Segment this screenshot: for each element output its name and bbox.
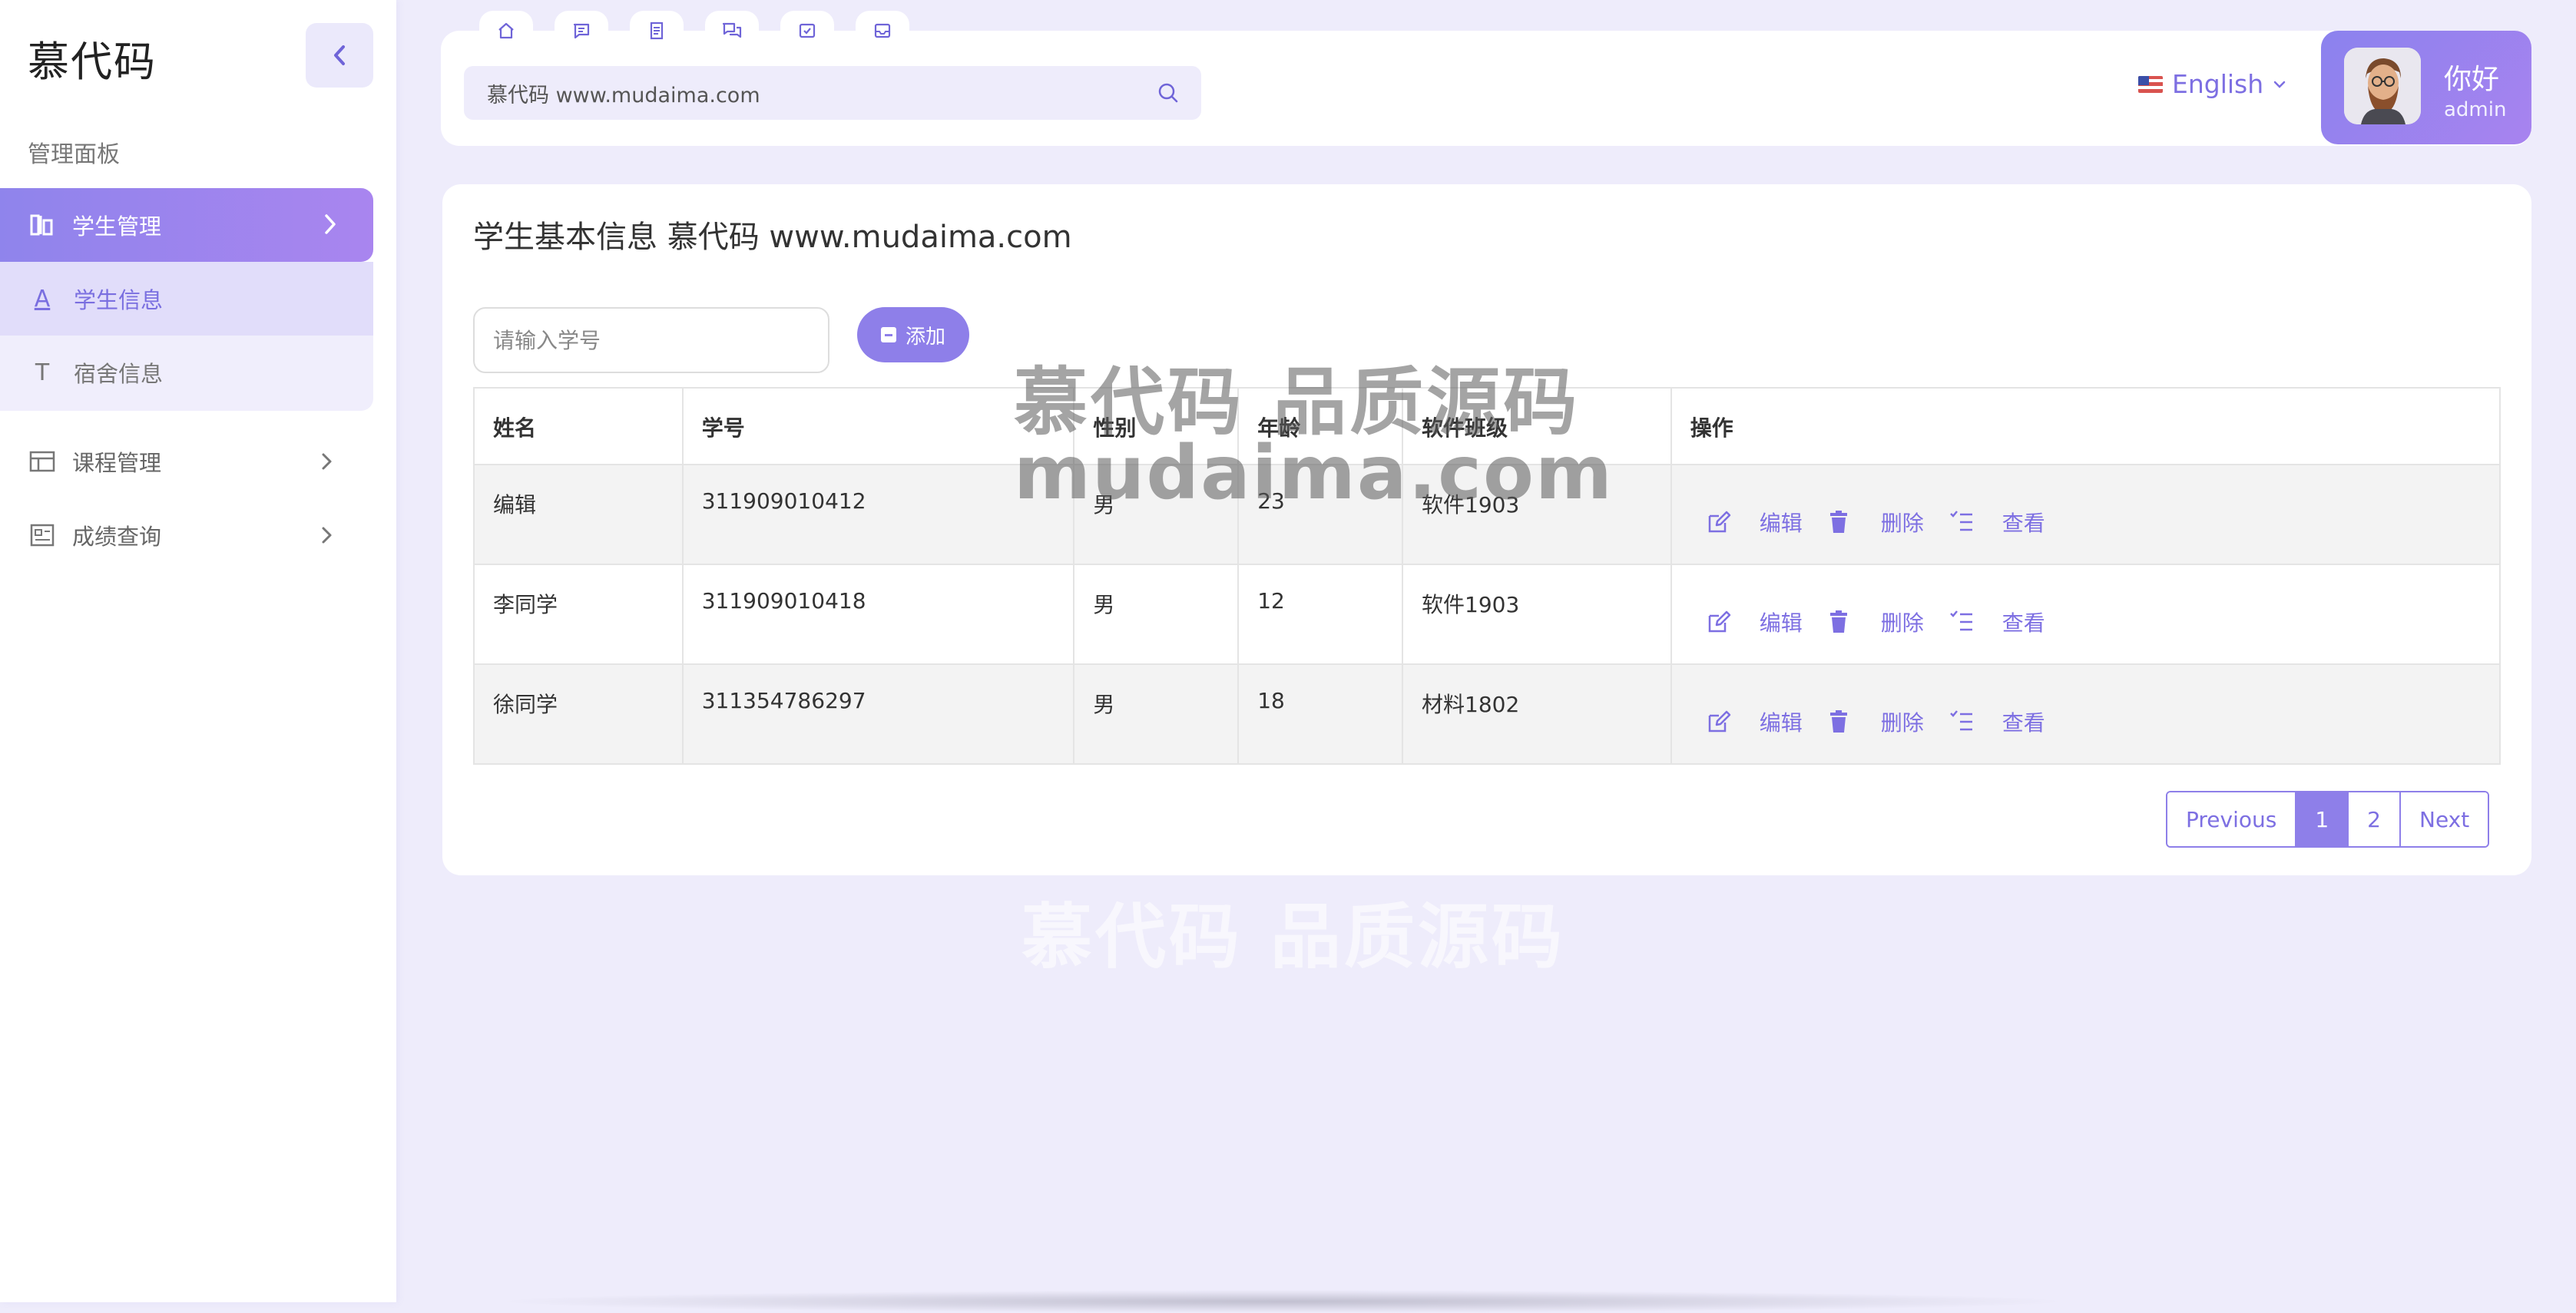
quick-access-bar — [479, 11, 909, 51]
student-submenu: A 学生信息 T 宿舍信息 — [0, 262, 373, 411]
brand-logo-text: 慕代码 — [28, 38, 157, 86]
username-text: admin — [2444, 98, 2507, 121]
student-id-search-input[interactable] — [473, 307, 829, 373]
sidebar-item-student-info[interactable]: A 学生信息 — [0, 262, 373, 336]
document-icon[interactable] — [630, 11, 684, 51]
cell-name: 李同学 — [473, 564, 684, 665]
chevron-left-icon — [334, 45, 345, 65]
column-header-actions: 操作 — [1670, 387, 2502, 465]
cell-name: 编辑 — [473, 464, 684, 565]
view-button[interactable]: 查看 — [2002, 706, 2045, 737]
chevron-down-icon — [2273, 81, 2286, 88]
column-header-name[interactable]: 姓名 — [473, 387, 684, 465]
user-profile-card[interactable]: 你好 admin — [2321, 31, 2531, 144]
sidebar-item-student-management[interactable]: 学生管理 — [0, 188, 373, 262]
letter-a-icon: A — [34, 285, 51, 313]
header-search-box[interactable]: 慕代码 www.mudaima.com — [464, 66, 1201, 120]
pagination: Previous 1 2 Next — [2166, 791, 2490, 848]
checklist-icon[interactable] — [1949, 609, 1984, 635]
sidebar-item-label: 成绩查询 — [72, 524, 162, 550]
pagination-page-1[interactable]: 1 — [2295, 792, 2348, 846]
trash-icon[interactable] — [1827, 609, 1862, 635]
watermark-text: mudaima.com — [1014, 430, 1614, 516]
calendar-check-icon[interactable] — [780, 11, 834, 51]
cell-actions: 编辑 删除 查看 — [1670, 564, 2502, 665]
collapse-sidebar-button[interactable] — [306, 23, 373, 88]
cell-age: 12 — [1237, 564, 1404, 665]
chevron-right-icon — [320, 448, 335, 478]
cell-student-id: 311354786297 — [681, 663, 1075, 765]
add-icon — [880, 327, 896, 342]
language-label: English — [2172, 69, 2264, 99]
edit-icon[interactable] — [1706, 509, 1741, 535]
edit-button[interactable]: 编辑 — [1760, 607, 1803, 637]
form-icon — [29, 521, 57, 549]
table-row: 李同学 311909010418 男 12 软件1903 编辑 删除 查看 — [473, 564, 2502, 665]
avatar — [2344, 48, 2421, 124]
trash-icon[interactable] — [1827, 509, 1862, 535]
cell-age: 18 — [1237, 663, 1404, 765]
table-row: 徐同学 311354786297 男 18 材料1802 编辑 删除 查看 — [473, 663, 2502, 765]
sidebar-item-dorm-info[interactable]: T 宿舍信息 — [0, 336, 373, 409]
pagination-previous[interactable]: Previous — [2167, 792, 2296, 846]
checklist-icon[interactable] — [1949, 509, 1984, 535]
cell-class: 软件1903 — [1402, 564, 1672, 665]
view-button[interactable]: 查看 — [2002, 507, 2045, 537]
cell-class: 材料1802 — [1402, 663, 1672, 765]
edit-icon[interactable] — [1706, 609, 1741, 635]
edit-icon[interactable] — [1706, 709, 1741, 735]
letter-t-icon: T — [35, 359, 50, 386]
cell-student-id: 311909010418 — [681, 564, 1075, 665]
sidebar-item-course-management[interactable]: 课程管理 — [0, 427, 373, 496]
delete-button[interactable]: 删除 — [1881, 507, 1924, 537]
trash-icon[interactable] — [1827, 709, 1862, 735]
pagination-next[interactable]: Next — [2399, 792, 2488, 846]
edit-button[interactable]: 编辑 — [1760, 507, 1803, 537]
bottom-shadow — [492, 1290, 2074, 1313]
table-icon — [29, 448, 57, 475]
add-button-label: 添加 — [905, 324, 945, 348]
chevron-right-icon — [320, 522, 335, 551]
greeting-text: 你好 — [2444, 64, 2500, 95]
message-icon[interactable] — [555, 11, 608, 51]
student-info-card: 学生基本信息 慕代码 www.mudaima.com 添加 姓名 学号 性别 年… — [442, 184, 2531, 875]
sidebar: 慕代码 管理面板 学生管理 A 学生信息 T 宿舍信息 课程管理 成绩查询 — [0, 0, 396, 1302]
section-label: 管理面板 — [28, 141, 120, 168]
cell-name: 徐同学 — [473, 663, 684, 765]
cell-actions: 编辑 删除 查看 — [1670, 663, 2502, 765]
us-flag-icon — [2138, 75, 2163, 93]
chat-icon[interactable] — [705, 11, 759, 51]
sidebar-item-grade-query[interactable]: 成绩查询 — [0, 501, 373, 570]
view-button[interactable]: 查看 — [2002, 607, 2045, 637]
search-icon[interactable] — [1157, 81, 1180, 104]
chevron-right-icon — [323, 211, 338, 240]
search-text: 慕代码 www.mudaima.com — [487, 83, 760, 107]
sidebar-item-label: 课程管理 — [72, 450, 162, 476]
sidebar-item-label: 学生信息 — [74, 287, 164, 313]
columns-icon — [29, 211, 57, 239]
edit-button[interactable]: 编辑 — [1760, 706, 1803, 737]
page-title: 学生基本信息 慕代码 www.mudaima.com — [473, 220, 1072, 255]
inbox-icon[interactable] — [856, 11, 909, 51]
sidebar-item-label: 学生管理 — [72, 213, 162, 240]
watermark-text: 慕代码 品质源码 — [1021, 896, 1566, 978]
home-icon[interactable] — [479, 11, 533, 51]
checklist-icon[interactable] — [1949, 709, 1984, 735]
delete-button[interactable]: 删除 — [1881, 607, 1924, 637]
cell-actions: 编辑 删除 查看 — [1670, 464, 2502, 565]
cell-gender: 男 — [1073, 663, 1240, 765]
sidebar-item-label: 宿舍信息 — [74, 361, 164, 387]
cell-gender: 男 — [1073, 564, 1240, 665]
delete-button[interactable]: 删除 — [1881, 706, 1924, 737]
language-selector[interactable]: English — [2138, 69, 2286, 99]
pagination-page-2[interactable]: 2 — [2347, 792, 2399, 846]
add-button[interactable]: 添加 — [857, 307, 969, 362]
